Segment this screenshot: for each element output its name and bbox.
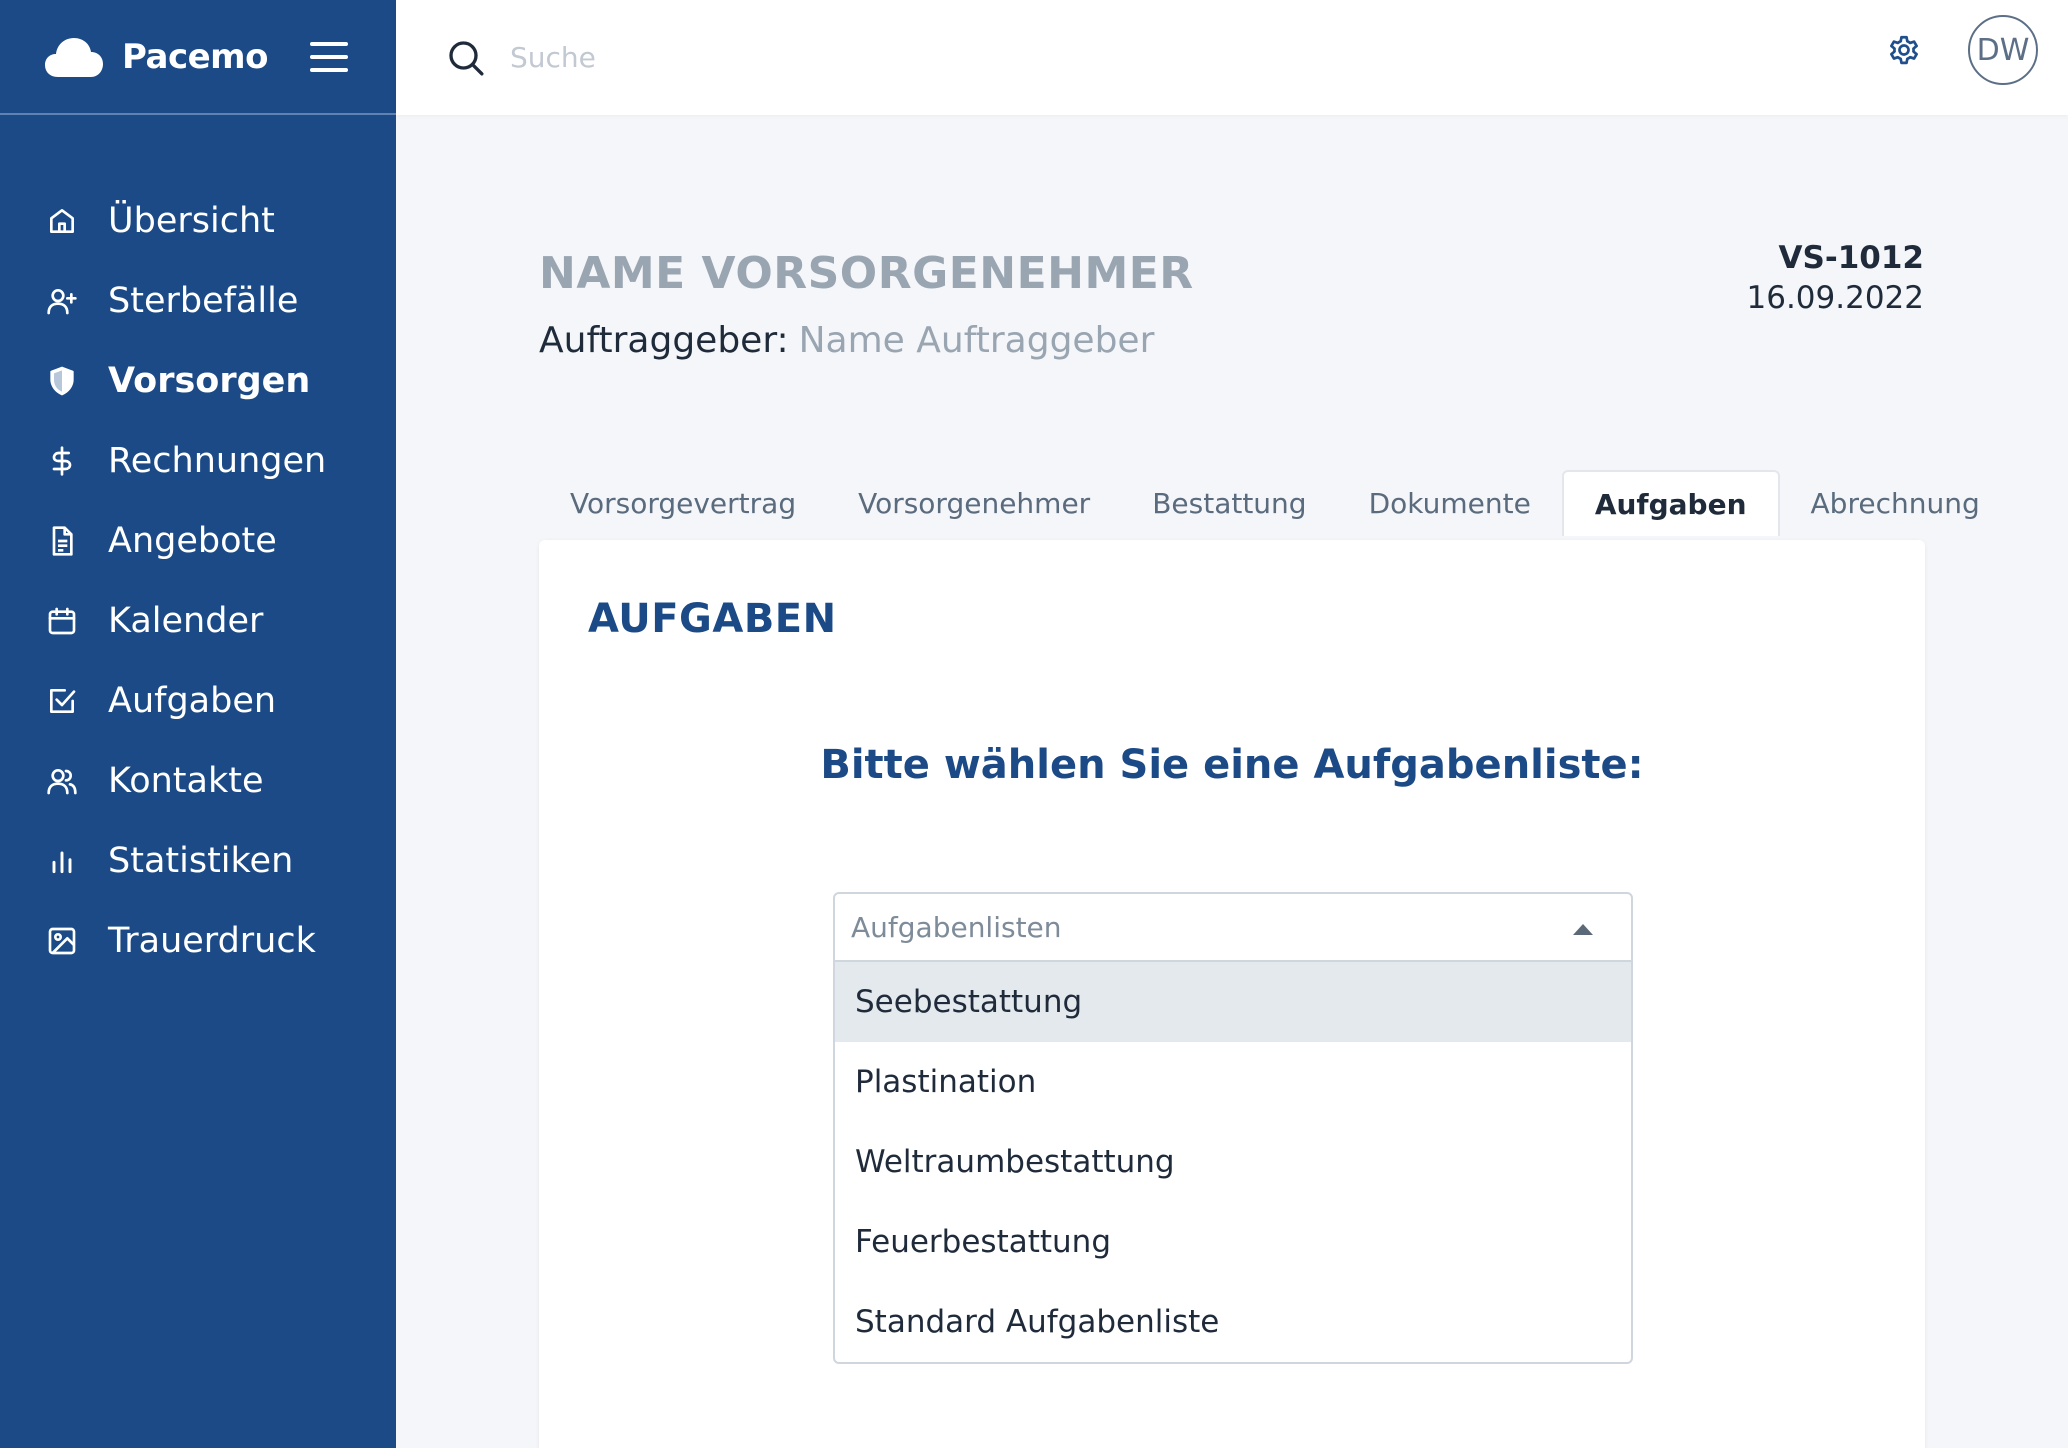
topbar: DW — [396, 0, 2068, 115]
task-list-select[interactable]: Aufgabenlisten — [833, 892, 1633, 962]
users-icon — [47, 769, 77, 795]
checkbox-icon — [50, 689, 76, 713]
sidebar-item-label: Trauerdruck — [108, 921, 316, 961]
task-list-options: Seebestattung Plastination Weltraumbesta… — [833, 962, 1633, 1364]
page-title: NAME VORSORGENEHMER — [539, 248, 1194, 299]
sidebar-item-statistiken[interactable]: Statistiken — [0, 821, 396, 901]
hamburger-menu-icon[interactable] — [309, 41, 348, 72]
tasks-card: AUFGABEN Bitte wählen Sie eine Aufgabenl… — [539, 540, 1925, 1448]
sidebar-item-uebersicht[interactable]: Übersicht — [0, 181, 396, 261]
home-icon — [50, 209, 74, 233]
reference-id: VS-1012 — [1778, 240, 1924, 276]
tab-vorsorgevertrag[interactable]: Vorsorgevertrag — [539, 470, 827, 536]
dollar-icon — [52, 446, 72, 476]
sidebar-nav: Übersicht Sterbefälle Vorsorgen Rechnung… — [0, 115, 396, 981]
sidebar-item-label: Statistiken — [108, 841, 294, 881]
tab-bestattung[interactable]: Bestattung — [1121, 470, 1337, 536]
search-input[interactable] — [510, 41, 1310, 74]
sidebar: Pacemo Übersicht Sterbefälle Vorsorgen R… — [0, 0, 396, 1448]
user-plus-icon — [47, 289, 77, 315]
client-line: Auftraggeber: Name Auftraggeber — [539, 320, 1154, 361]
avatar[interactable]: DW — [1968, 15, 2038, 85]
option-standard-aufgabenliste[interactable]: Standard Aufgabenliste — [835, 1282, 1631, 1362]
sidebar-item-kontakte[interactable]: Kontakte — [0, 741, 396, 821]
reference-block: VS-1012 16.09.2022 — [1747, 240, 1925, 316]
sidebar-item-label: Rechnungen — [108, 441, 327, 481]
sidebar-item-label: Kontakte — [108, 761, 264, 801]
client-value: Name Auftraggeber — [798, 320, 1155, 361]
brand-bar: Pacemo — [0, 0, 396, 115]
tab-dokumente[interactable]: Dokumente — [1338, 470, 1562, 536]
sidebar-item-sterbefaelle[interactable]: Sterbefälle — [0, 261, 396, 341]
sidebar-item-kalender[interactable]: Kalender — [0, 581, 396, 661]
image-icon — [48, 927, 76, 955]
sidebar-item-vorsorgen[interactable]: Vorsorgen — [0, 341, 396, 421]
tab-abrechnung[interactable]: Abrechnung — [1780, 470, 2011, 536]
sidebar-item-label: Angebote — [108, 521, 277, 561]
bar-chart-icon — [52, 851, 72, 874]
tab-bar: Vorsorgevertrag Vorsorgenehmer Bestattun… — [539, 470, 2011, 536]
sidebar-item-label: Übersicht — [108, 201, 275, 241]
sidebar-item-label: Kalender — [108, 601, 264, 641]
sidebar-item-label: Sterbefälle — [108, 281, 299, 321]
sidebar-item-trauerdruck[interactable]: Trauerdruck — [0, 901, 396, 981]
tab-aufgaben[interactable]: Aufgaben — [1561, 470, 1780, 536]
task-list-prompt: Bitte wählen Sie eine Aufgabenliste: — [820, 742, 1644, 788]
brand-name: Pacemo — [122, 36, 268, 77]
sidebar-item-rechnungen[interactable]: Rechnungen — [0, 421, 396, 501]
cloud-logo-icon — [45, 37, 103, 77]
sidebar-item-angebote[interactable]: Angebote — [0, 501, 396, 581]
caret-up-icon[interactable] — [1573, 924, 1593, 935]
calendar-icon — [48, 607, 76, 635]
sidebar-item-label: Aufgaben — [108, 681, 277, 721]
card-title: AUFGABEN — [588, 596, 837, 642]
client-label: Auftraggeber: — [539, 320, 789, 361]
shield-icon — [50, 366, 74, 396]
option-feuerbestattung[interactable]: Feuerbestattung — [835, 1202, 1631, 1282]
select-placeholder: Aufgabenlisten — [851, 910, 1062, 944]
search-icon[interactable] — [446, 38, 486, 78]
option-seebestattung[interactable]: Seebestattung — [835, 962, 1631, 1042]
gear-icon[interactable] — [1886, 32, 1922, 68]
option-weltraumbestattung[interactable]: Weltraumbestattung — [835, 1122, 1631, 1202]
sidebar-item-label: Vorsorgen — [108, 361, 311, 401]
sidebar-item-aufgaben[interactable]: Aufgaben — [0, 661, 396, 741]
reference-date: 16.09.2022 — [1746, 280, 1925, 316]
tab-vorsorgenehmer[interactable]: Vorsorgenehmer — [827, 470, 1121, 536]
document-icon — [52, 526, 73, 556]
option-plastination[interactable]: Plastination — [835, 1042, 1631, 1122]
